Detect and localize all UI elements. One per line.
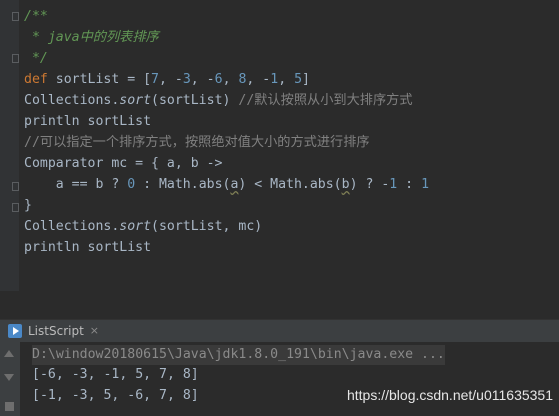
code-token: 1 (270, 72, 279, 87)
code-token: Collections. (24, 219, 120, 234)
code-token: def (24, 72, 56, 87)
code-line[interactable]: a == b ? 0 : Math.abs(a) < Math.abs(b) ?… (24, 175, 429, 195)
watermark: https://blog.csdn.net/u011635351 (346, 387, 553, 403)
code-token: /** (24, 9, 48, 24)
code-token: , (278, 72, 295, 87)
code-token: //默认按照从小到大排序方式 (238, 93, 413, 108)
code-token: (sortList, mc) (151, 219, 263, 234)
console-toolbar (0, 342, 20, 416)
code-line[interactable]: println sortList (24, 238, 151, 258)
code-token: : (397, 177, 422, 192)
scroll-down-icon[interactable] (4, 374, 14, 381)
code-line[interactable]: println sortList (24, 112, 151, 132)
code-token: sort (119, 93, 152, 108)
code-token: 5 (294, 72, 303, 87)
code-token: a == b ? (24, 177, 128, 192)
code-token: ] (302, 72, 310, 87)
code-line[interactable]: //可以指定一个排序方式，按照绝对值大小的方式进行排序 (24, 133, 370, 153)
console-output-line: [-6, -3, -1, 5, 7, 8] (32, 367, 199, 382)
fold-marker-icon[interactable] (12, 54, 19, 63)
stop-icon[interactable] (5, 402, 14, 411)
code-token: println sortList (24, 114, 152, 129)
code-token: ) ? - (349, 177, 390, 192)
code-line[interactable]: Collections.sort(sortList) //默认按照从小到大排序方… (24, 91, 413, 111)
code-line[interactable]: } (24, 196, 32, 216)
console-output[interactable]: D:\window20180615\Java\jdk1.8.0_191\bin\… (0, 342, 559, 416)
run-tool-window-header: ListScript × (0, 319, 559, 342)
code-token: (sortList) (151, 93, 239, 108)
editor-gutter (0, 0, 19, 291)
code-line[interactable]: Comparator mc = { a, b -> (24, 154, 223, 174)
code-token: : Math.abs( (135, 177, 231, 192)
code-token: println sortList (24, 240, 152, 255)
code-token: 3 (182, 72, 191, 87)
run-tab[interactable]: ListScript × (8, 320, 99, 342)
code-token: , - (159, 72, 183, 87)
code-token: sort (119, 219, 152, 234)
code-token: , - (246, 72, 271, 87)
run-tab-label: ListScript (28, 324, 84, 338)
code-token: */ (24, 51, 48, 66)
code-token: //可以指定一个排序方式，按照绝对值大小的方式进行排序 (24, 135, 370, 150)
code-token: b (341, 177, 350, 192)
code-token: , (222, 72, 239, 87)
code-token: Collections. (24, 93, 120, 108)
code-line[interactable]: def sortList = [7, -3, -6, 8, -1, 5] (24, 70, 310, 90)
fold-marker-icon[interactable] (12, 182, 19, 191)
close-icon[interactable]: × (90, 320, 99, 342)
panel-separator (0, 291, 559, 319)
console-command-line: D:\window20180615\Java\jdk1.8.0_191\bin\… (32, 345, 445, 365)
code-editor[interactable]: /** * java中的列表排序 */def sortList = [7, -3… (0, 0, 559, 291)
code-line[interactable]: */ (24, 49, 48, 69)
code-token: } (24, 198, 32, 213)
code-token: 6 (214, 72, 223, 87)
code-token: * java中的列表排序 (24, 30, 159, 45)
fold-marker-icon[interactable] (12, 12, 19, 21)
groovy-script-icon (8, 324, 22, 338)
console-output-line: [-1, -3, 5, -6, 7, 8] (32, 388, 199, 403)
code-line[interactable]: /** (24, 7, 48, 27)
code-token: Comparator mc = { a, b -> (24, 156, 223, 171)
code-token: 7 (151, 72, 159, 87)
scroll-up-icon[interactable] (4, 350, 14, 357)
code-line[interactable]: Collections.sort(sortList, mc) (24, 217, 262, 237)
code-token: ) < Math.abs( (238, 177, 342, 192)
code-token: 1 (421, 177, 430, 192)
code-line[interactable]: * java中的列表排序 (24, 28, 159, 48)
code-token: 0 (127, 177, 136, 192)
code-token: , - (190, 72, 215, 87)
code-token: sortList = [ (55, 72, 152, 87)
fold-marker-icon[interactable] (12, 203, 19, 212)
